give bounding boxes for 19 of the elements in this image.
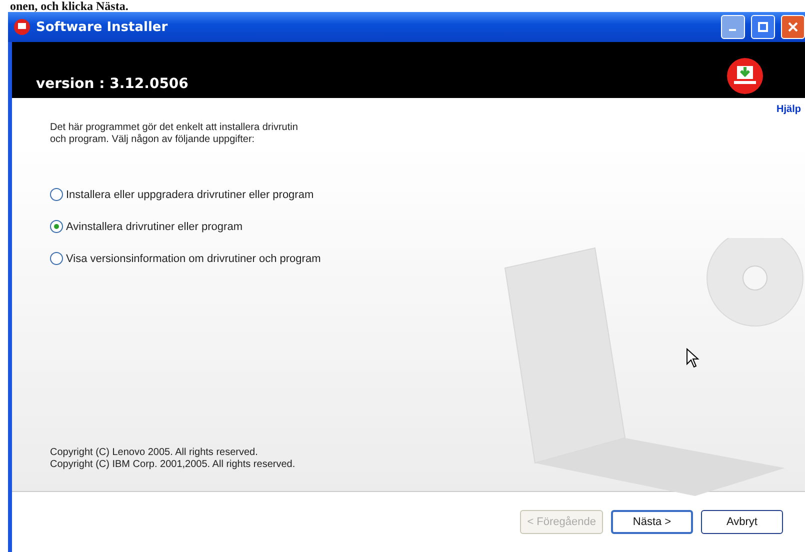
- intro-text: Det här programmet gör det enkelt att installera drivrutin och program. Välj någon av följande uppgifter:: [50, 122, 299, 146]
- maximize-button[interactable]: [751, 15, 775, 39]
- app-icon: [14, 19, 30, 35]
- window-title: Software Installer: [36, 20, 169, 34]
- copyright-text: Copyright (C) Lenovo 2005. All rights reserved. Copyright (C) IBM Corp. 2001,2005. All rights reserved.: [50, 447, 296, 471]
- version-label: version : 3.12.0506: [36, 76, 188, 92]
- help-link[interactable]: Hjälp: [776, 104, 801, 115]
- caption-text: onen, och klicka Nästa.: [9, 0, 130, 12]
- maximize-icon: [758, 22, 768, 32]
- radio-option[interactable]: Installera eller uppgradera drivrutiner eller program: [50, 188, 314, 201]
- close-icon: [788, 22, 798, 32]
- mouse-pointer-icon: [686, 348, 700, 368]
- radio-option[interactable]: Visa versionsinformation om drivrutiner och program: [50, 252, 321, 265]
- minimize-button[interactable]: [721, 15, 745, 39]
- wizard-button[interactable]: Nästa >: [611, 510, 693, 534]
- close-button[interactable]: [781, 15, 805, 39]
- download-logo-icon: [727, 58, 763, 94]
- radio-option[interactable]: Avinstallera drivrutiner eller program: [50, 220, 242, 233]
- wizard-button[interactable]: Avbryt: [701, 510, 783, 534]
